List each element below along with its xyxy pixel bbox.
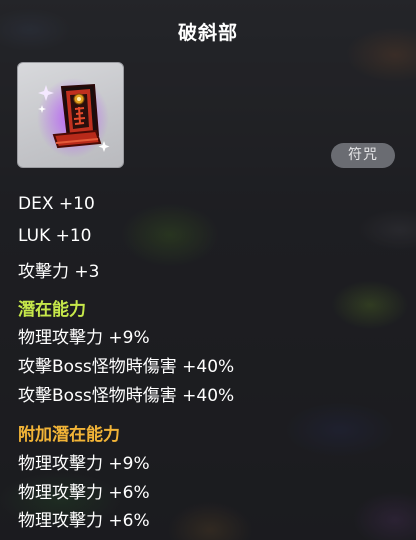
stat-dex: DEX +10: [18, 194, 95, 214]
bonus-potential-line: 物理攻擊力 +9%: [18, 454, 150, 474]
potential-line: 物理攻擊力 +9%: [18, 328, 150, 348]
potential-line: 攻擊Boss怪物時傷害 +40%: [18, 357, 235, 377]
item-tooltip: 破斜部 符咒 DEX +10 LUK +10 攻擊力 +3 潛在能力 物理攻擊力…: [0, 0, 416, 540]
item-name: 破斜部: [177, 22, 238, 44]
bonus-potential-title: 附加潛在能力: [18, 425, 120, 445]
potential-line: 攻擊Boss怪物時傷害 +40%: [18, 386, 235, 406]
potential-title: 潛在能力: [18, 300, 86, 320]
stat-attack: 攻擊力 +3: [18, 262, 100, 282]
talisman-icon: [37, 78, 110, 158]
stat-luk: LUK +10: [18, 226, 92, 246]
bonus-potential-line: 物理攻擊力 +6%: [18, 483, 150, 503]
item-category-badge: 符咒: [331, 143, 395, 168]
bonus-potential-line: 物理攻擊力 +6%: [18, 511, 150, 531]
item-icon-frame: [17, 62, 124, 168]
